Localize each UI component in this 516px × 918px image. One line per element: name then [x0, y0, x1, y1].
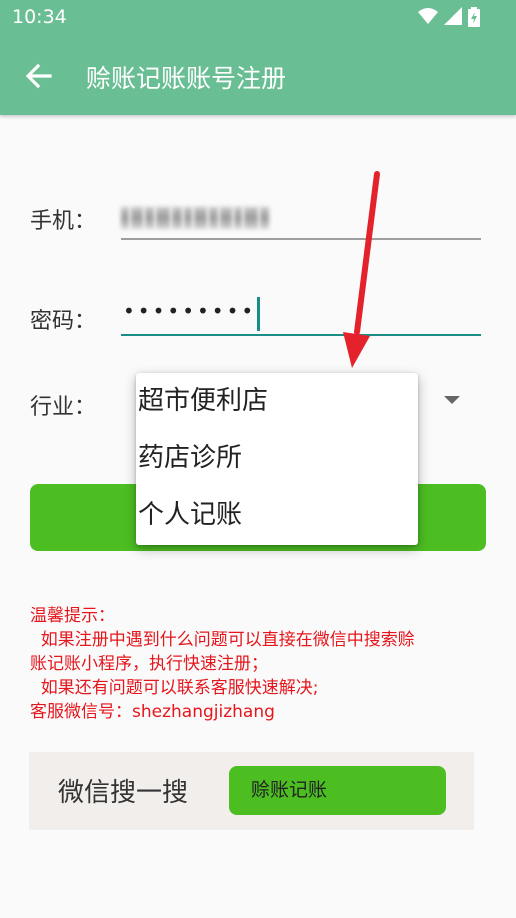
- tip-line: 客服微信号：shezhangjizhang: [30, 702, 275, 722]
- app-bar: 赊账记账账号注册: [0, 35, 516, 115]
- phone-label: 手机：: [30, 209, 97, 234]
- battery-icon: [468, 7, 480, 27]
- status-bar: 10:34: [0, 0, 516, 35]
- industry-option[interactable]: 药店诊所: [136, 438, 418, 495]
- tip-title: 温馨提示：: [30, 606, 115, 626]
- industry-dropdown-menu: 超市便利店 药店诊所 个人记账: [136, 373, 418, 545]
- status-time: 10:34: [12, 6, 67, 28]
- back-arrow-icon: [25, 63, 52, 89]
- password-input[interactable]: •••••••••: [123, 299, 256, 323]
- password-underline: [121, 334, 481, 336]
- phone-underline: [121, 238, 481, 240]
- tip-line: 如果还有问题可以联系客服快速解决;: [30, 678, 319, 698]
- password-label: 密码：: [30, 309, 97, 334]
- industry-option[interactable]: 超市便利店: [136, 381, 418, 438]
- wechat-search-button[interactable]: 赊账记账: [229, 766, 446, 815]
- signal-icon: [444, 7, 462, 25]
- industry-label: 行业：: [30, 395, 97, 420]
- page-title: 赊账记账账号注册: [86, 64, 287, 93]
- tip-line: 账记账小程序，执行快速注册；: [30, 654, 268, 674]
- text-cursor: [257, 297, 260, 331]
- tip-line: 如果注册中遇到什么问题可以直接在微信中搜索赊: [30, 630, 415, 650]
- industry-option[interactable]: 个人记账: [136, 495, 418, 552]
- phone-input-redacted[interactable]: [121, 203, 275, 233]
- wechat-search-box: 微信搜一搜 赊账记账: [29, 752, 474, 830]
- back-button[interactable]: [22, 59, 56, 93]
- dropdown-arrow-icon[interactable]: [444, 396, 460, 404]
- wechat-search-label: 微信搜一搜: [58, 778, 189, 808]
- tip-text: 温馨提示： 如果注册中遇到什么问题可以直接在微信中搜索赊 账记账小程序，执行快速…: [30, 604, 490, 724]
- wifi-icon: [418, 8, 438, 24]
- status-icons: [418, 7, 480, 27]
